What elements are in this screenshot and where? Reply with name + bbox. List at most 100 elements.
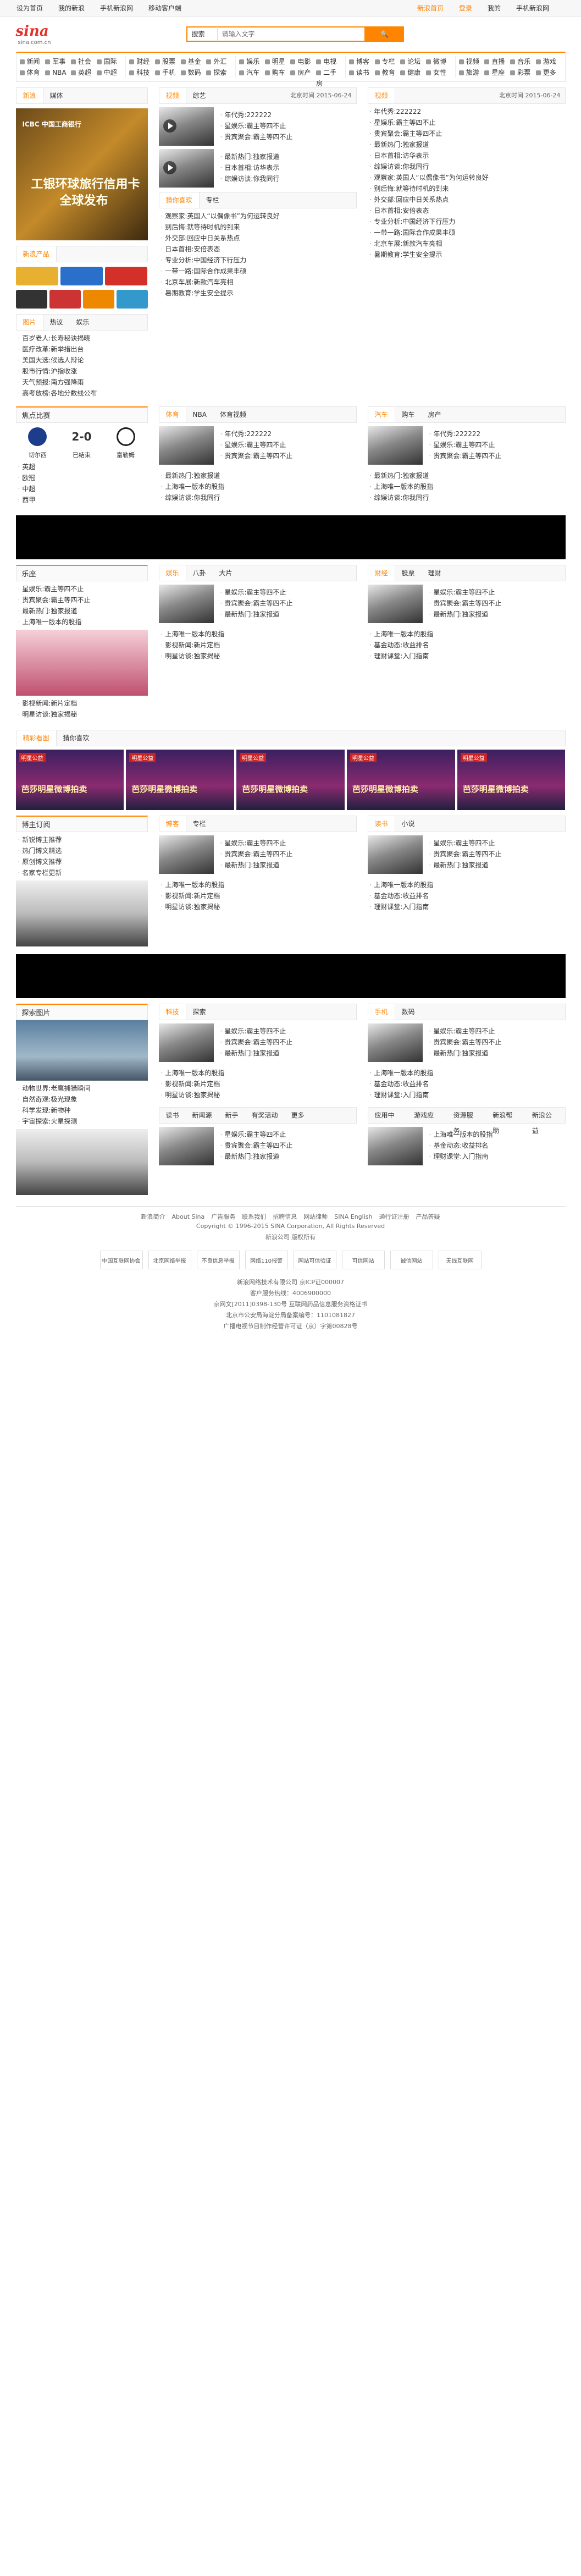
list-item[interactable]: 宇宙探索:火星探测 <box>16 1116 148 1127</box>
nav-item[interactable]: 英超 <box>70 67 97 78</box>
list-item[interactable]: 日本首相:访华表示 <box>218 162 357 173</box>
tab-phone[interactable]: 手机 <box>368 1004 395 1020</box>
nav-item[interactable]: 论坛 <box>400 56 426 67</box>
list-item[interactable]: 英超 <box>16 461 148 472</box>
topbar-link-home[interactable]: 设为首页 <box>16 3 43 13</box>
tech-thumb[interactable] <box>158 1023 214 1062</box>
list-item[interactable]: 基金动态:收益排名 <box>427 1140 566 1151</box>
book-thumb[interactable] <box>367 835 423 874</box>
video-item[interactable]: 年代秀:222222 星娱乐:霸主等四不止 贵宾聚会:霸主等四不止 <box>158 107 357 146</box>
banner-item[interactable]: 明星公益 芭莎明星微博拍卖 <box>346 750 455 810</box>
list-item[interactable]: 观察家:英国人“以偶像书”为何运转良好 <box>159 211 357 222</box>
home-team[interactable]: 切尔西 <box>29 450 47 459</box>
tab-game-apps[interactable]: 游戏应用 <box>407 1108 447 1135</box>
nav-item[interactable]: NBA <box>45 67 71 78</box>
footer-badge[interactable]: 网站可信验证 <box>293 1251 336 1269</box>
list-item[interactable]: 最新热门:独家报道 <box>159 470 357 481</box>
list-item[interactable]: 欧冠 <box>16 472 148 483</box>
bank-ad[interactable]: ICBC 中国工商银行 工银环球旅行信用卡 全球发布 <box>15 108 148 240</box>
video-thumb[interactable] <box>158 149 214 188</box>
list-item[interactable]: 上海唯一版本的股指 <box>16 617 148 628</box>
list-item[interactable]: 理财课堂:入门指南 <box>368 901 566 912</box>
footer-link[interactable]: 通行证注册 <box>379 1213 409 1220</box>
tab-ent[interactable]: 娱乐 <box>70 315 96 330</box>
nav-item[interactable]: 健康 <box>400 67 426 78</box>
list-item[interactable]: 美国大选:候选人辩论 <box>16 355 148 366</box>
list-item[interactable]: 天气预报:南方强降雨 <box>16 377 148 388</box>
list-item[interactable]: 影视新闻:新片定档 <box>159 640 357 651</box>
topbar-link-mobile[interactable]: 手机新浪网 <box>100 3 133 13</box>
list-item[interactable]: 别后悔:就等待时机的到来 <box>368 183 566 194</box>
list-item[interactable]: 综娱访谈:你我同行 <box>368 161 566 172</box>
banner-item[interactable]: 明星公益 芭莎明星微博拍卖 <box>457 750 566 810</box>
list-item[interactable]: 外交部:回应中日关系热点 <box>368 194 566 205</box>
phone-item[interactable]: 星娱乐:霸主等四不止 贵宾聚会:霸主等四不止 最新热门:独家报道 <box>367 1023 566 1062</box>
tab-special[interactable]: 专栏 <box>200 192 226 208</box>
tech-item[interactable]: 星娱乐:霸主等四不止 贵宾聚会:霸主等四不止 最新热门:独家报道 <box>158 1023 357 1062</box>
list-item[interactable]: 原创博文推荐 <box>16 856 148 867</box>
tab-video[interactable]: 视频 <box>159 88 186 103</box>
nav-item[interactable]: 数码 <box>180 67 207 78</box>
tab-nba[interactable]: NBA <box>186 407 213 422</box>
tab-guess[interactable]: 猜你喜欢 <box>57 730 96 746</box>
list-item[interactable]: 综娱访谈:你我同行 <box>218 173 357 184</box>
tab-right-video[interactable]: 视频 <box>368 88 395 103</box>
list-item[interactable]: 外交部:回应中日关系热点 <box>159 233 357 244</box>
tab-newbie[interactable]: 新手 <box>219 1108 245 1123</box>
list-item[interactable]: 影视新闻:新片定档 <box>159 1078 357 1089</box>
list-item[interactable]: 专业分析:中国经济下行压力 <box>159 255 357 266</box>
footer-badge[interactable]: 诚信网站 <box>390 1251 433 1269</box>
list-item[interactable]: 高考放榜:各地分数线公布 <box>16 388 148 399</box>
list-item[interactable]: 日本首相:安倍表态 <box>368 205 566 216</box>
nav-item[interactable]: 女性 <box>425 67 452 78</box>
tab-hot[interactable]: 猜你喜欢 <box>159 192 200 208</box>
nav-item[interactable]: 彩票 <box>510 67 536 78</box>
list-item[interactable]: 日本首相:安倍表态 <box>159 244 357 255</box>
tab-resources[interactable]: 资源服务 <box>447 1108 486 1135</box>
banner-item[interactable]: 明星公益 芭莎明星微博拍卖 <box>126 750 235 810</box>
footer-badge[interactable]: 不良信息举报 <box>196 1251 240 1269</box>
nav-item[interactable]: 房产 <box>290 67 316 78</box>
tab-more[interactable]: 更多 <box>285 1108 311 1123</box>
tab-bigfilm[interactable]: 大片 <box>213 565 239 581</box>
topbar-link-my[interactable]: 我的新浪 <box>58 3 85 13</box>
tab-auto[interactable]: 汽车 <box>368 407 395 422</box>
list-item[interactable]: 暑期教育:学生安全提示 <box>368 249 566 260</box>
nav-item[interactable]: 直播 <box>484 56 510 67</box>
list-item[interactable]: 基金动态:收益排名 <box>368 640 566 651</box>
nav-item[interactable]: 电视 <box>316 56 342 67</box>
list-item[interactable]: 中超 <box>16 483 148 494</box>
read-thumb[interactable] <box>158 1127 214 1165</box>
list-item[interactable]: 贵宾聚会:霸主等四不止 <box>427 1037 566 1048</box>
list-item[interactable]: 上海唯一版本的股指 <box>368 481 566 492</box>
list-item[interactable]: 股市行情:沪指收涨 <box>16 366 148 377</box>
list-item[interactable]: 暑期教育:学生安全提示 <box>159 288 357 299</box>
list-item[interactable]: 一带一路:国际合作成果丰硕 <box>368 227 566 238</box>
list-item[interactable]: 自然奇观:极光现象 <box>16 1094 148 1105</box>
tab-read[interactable]: 读书 <box>159 1108 186 1123</box>
auto-thumb[interactable] <box>367 426 423 465</box>
list-item[interactable]: 贵宾聚会:霸主等四不止 <box>427 849 566 860</box>
auto-item[interactable]: 年代秀:222222 星娱乐:霸主等四不止 贵宾聚会:霸主等四不止 <box>367 426 566 465</box>
list-item[interactable]: 观察家:英国人“以偶像书”为何运转良好 <box>368 172 566 183</box>
tab-explore[interactable]: 探索 <box>186 1004 213 1020</box>
read-item[interactable]: 星娱乐:霸主等四不止 贵宾聚会:霸主等四不止 最新热门:独家报道 <box>158 1127 357 1165</box>
sport-item[interactable]: 年代秀:222222 星娱乐:霸主等四不止 贵宾聚会:霸主等四不止 <box>158 426 357 465</box>
topbar-link-login[interactable]: 登录 <box>459 3 472 13</box>
list-item[interactable]: 星娱乐:霸主等四不止 <box>218 838 357 849</box>
topbar-link-client[interactable]: 移动客户端 <box>148 3 181 13</box>
list-item[interactable]: 星娱乐:霸主等四不止 <box>427 1026 566 1037</box>
blog-photo[interactable] <box>15 880 148 946</box>
tab-tech[interactable]: 科技 <box>159 1004 186 1020</box>
list-item[interactable]: 贵宾聚会:霸主等四不止 <box>218 1037 357 1048</box>
eagle-photo[interactable] <box>15 1020 148 1081</box>
list-item[interactable]: 年代秀:222222 <box>368 106 566 117</box>
list-item[interactable]: 最新热门:独家报道 <box>218 151 357 162</box>
phone-thumb[interactable] <box>367 1023 423 1062</box>
list-item[interactable]: 明星访谈:独家揭秘 <box>16 709 148 720</box>
tab-wealth[interactable]: 理财 <box>422 565 448 581</box>
list-item[interactable]: 星娱乐:霸主等四不止 <box>218 439 357 450</box>
nav-item[interactable]: 基金 <box>180 56 207 67</box>
search-type-select[interactable]: 搜索 <box>186 26 217 42</box>
app-thumb[interactable] <box>367 1127 423 1165</box>
